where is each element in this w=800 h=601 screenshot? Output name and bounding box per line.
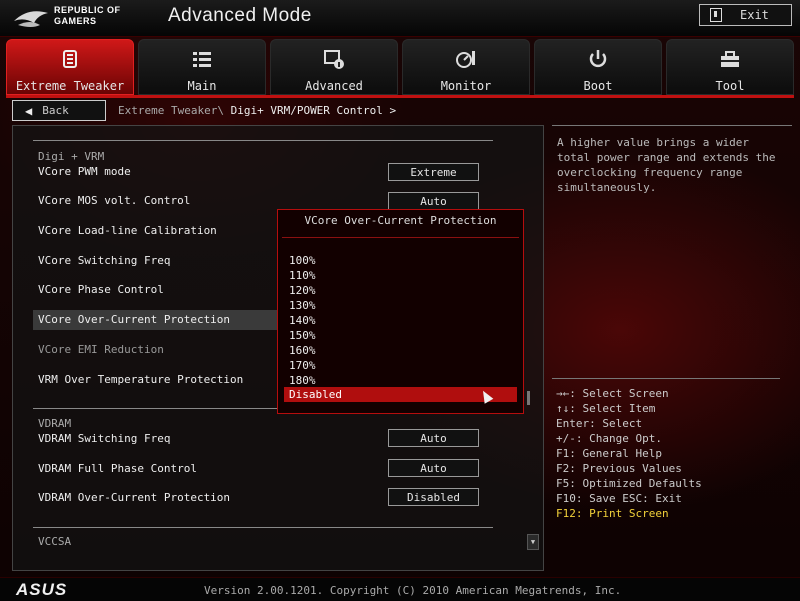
- setting-label: VCore Over-Current Protection: [38, 313, 231, 326]
- page-title: Advanced Mode: [168, 5, 312, 26]
- key-hint-print-screen: F12: Print Screen: [556, 507, 669, 520]
- asus-logo: ASUS: [16, 580, 68, 599]
- key-hint: +/-: Change Opt.: [556, 432, 662, 445]
- divider: [552, 125, 792, 126]
- breadcrumb: Extreme Tweaker\ Digi+ VRM/POWER Control…: [118, 104, 396, 117]
- setting-label: VCore PWM mode: [38, 165, 131, 178]
- rog-brand: REPUBLIC OF GAMERS: [54, 5, 121, 27]
- scroll-down-arrow-icon[interactable]: ▼: [527, 534, 539, 550]
- tab-label: Main: [187, 79, 217, 93]
- brand-line-2: GAMERS: [54, 16, 97, 26]
- scrollbar-thumb[interactable]: [527, 391, 530, 405]
- toolbox-icon: [719, 48, 741, 74]
- setting-label: VDRAM Full Phase Control: [38, 462, 197, 475]
- key-hint: F10: Save ESC: Exit: [556, 492, 682, 505]
- back-button[interactable]: ◀ Back: [12, 100, 106, 121]
- back-label: Back: [42, 104, 69, 117]
- vcore-ocp-dropdown: VCore Over-Current Protection 100% 110% …: [277, 209, 524, 414]
- dropdown-option[interactable]: 180%: [284, 373, 517, 388]
- vdram-full-phase-value[interactable]: Auto: [388, 459, 479, 477]
- help-panel: A higher value brings a wider total powe…: [552, 125, 792, 375]
- key-hint: Enter: Select: [556, 417, 643, 430]
- breadcrumb-parent[interactable]: Extreme Tweaker\: [118, 104, 224, 117]
- vdram-switching-freq-value[interactable]: Auto: [388, 429, 479, 447]
- advanced-icon: [323, 48, 345, 74]
- dropdown-option[interactable]: 170%: [284, 358, 517, 373]
- tab-label: Boot: [583, 79, 613, 93]
- vdram-over-current-protection-value[interactable]: Disabled: [388, 488, 479, 506]
- exit-button[interactable]: Exit: [699, 4, 792, 26]
- extreme-tweaker-icon: [59, 48, 81, 74]
- setting-label: VCore EMI Reduction: [38, 343, 164, 356]
- tab-boot[interactable]: Boot: [534, 39, 662, 95]
- dropdown-option[interactable]: 150%: [284, 328, 517, 343]
- setting-label: VDRAM Switching Freq: [38, 432, 171, 445]
- back-arrow-icon: ◀: [25, 103, 33, 118]
- version-text: Version 2.00.1201. Copyright (C) 2010 Am…: [204, 584, 622, 597]
- dropdown-title: VCore Over-Current Protection: [304, 214, 497, 227]
- tab-label: Monitor: [440, 79, 492, 93]
- tab-advanced[interactable]: Advanced: [270, 39, 398, 95]
- setting-label: VCore Phase Control: [38, 283, 164, 296]
- monitor-gauge-icon: [455, 48, 477, 74]
- dropdown-option[interactable]: 140%: [284, 313, 517, 328]
- dropdown-option[interactable]: 130%: [284, 298, 517, 313]
- vcore-mos-volt-value[interactable]: Auto: [388, 192, 479, 210]
- dropdown-option[interactable]: 120%: [284, 283, 517, 298]
- setting-label: VRM Over Temperature Protection: [38, 373, 244, 386]
- key-hint: →←: Select Screen: [556, 387, 669, 400]
- breadcrumb-current: Digi+ VRM/POWER Control >: [230, 104, 397, 117]
- divider: [33, 140, 493, 141]
- help-description: A higher value brings a wider total powe…: [557, 136, 776, 194]
- tab-extreme-tweaker[interactable]: Extreme Tweaker: [6, 39, 134, 95]
- tab-label: Advanced: [305, 79, 363, 93]
- key-hint: ↑↓: Select Item: [556, 402, 656, 415]
- list-icon: [191, 48, 213, 74]
- setting-label: VCore MOS volt. Control: [38, 194, 191, 207]
- main-tabs: Extreme Tweaker Main Advanced Monitor Bo…: [6, 39, 794, 95]
- key-hint: F2: Previous Values: [556, 462, 682, 475]
- exit-label: Exit: [740, 8, 769, 22]
- key-hint: F5: Optimized Defaults: [556, 477, 702, 490]
- tab-label: Tool: [715, 79, 745, 93]
- header-bar: REPUBLIC OF GAMERS Advanced Mode Exit: [0, 0, 800, 37]
- tabs-underline: [6, 95, 794, 98]
- tab-main[interactable]: Main: [138, 39, 266, 95]
- dropdown-option[interactable]: 110%: [284, 268, 517, 283]
- dropdown-divider: [282, 237, 519, 238]
- section-vccsa: VCCSA: [38, 535, 72, 548]
- tab-monitor[interactable]: Monitor: [402, 39, 530, 95]
- tab-tool[interactable]: Tool: [666, 39, 794, 95]
- dropdown-option[interactable]: 100%: [284, 253, 517, 268]
- divider: [552, 378, 780, 379]
- divider: [33, 527, 493, 528]
- dropdown-option[interactable]: 160%: [284, 343, 517, 358]
- brand-line-1: REPUBLIC OF: [54, 5, 121, 15]
- setting-vcore-over-current-protection[interactable]: VCore Over-Current Protection: [33, 310, 288, 330]
- vcore-pwm-mode-value[interactable]: Extreme: [388, 163, 479, 181]
- exit-door-icon: [710, 8, 722, 22]
- setting-label: VCore Switching Freq: [38, 254, 171, 267]
- tab-label: Extreme Tweaker: [15, 79, 125, 93]
- key-hint: F1: General Help: [556, 447, 662, 460]
- setting-label: VDRAM Over-Current Protection: [38, 491, 231, 504]
- power-icon: [587, 48, 609, 74]
- setting-label: VCore Load-line Calibration: [38, 224, 217, 237]
- key-legend: →←: Select Screen ↑↓: Select Item Enter:…: [556, 386, 786, 521]
